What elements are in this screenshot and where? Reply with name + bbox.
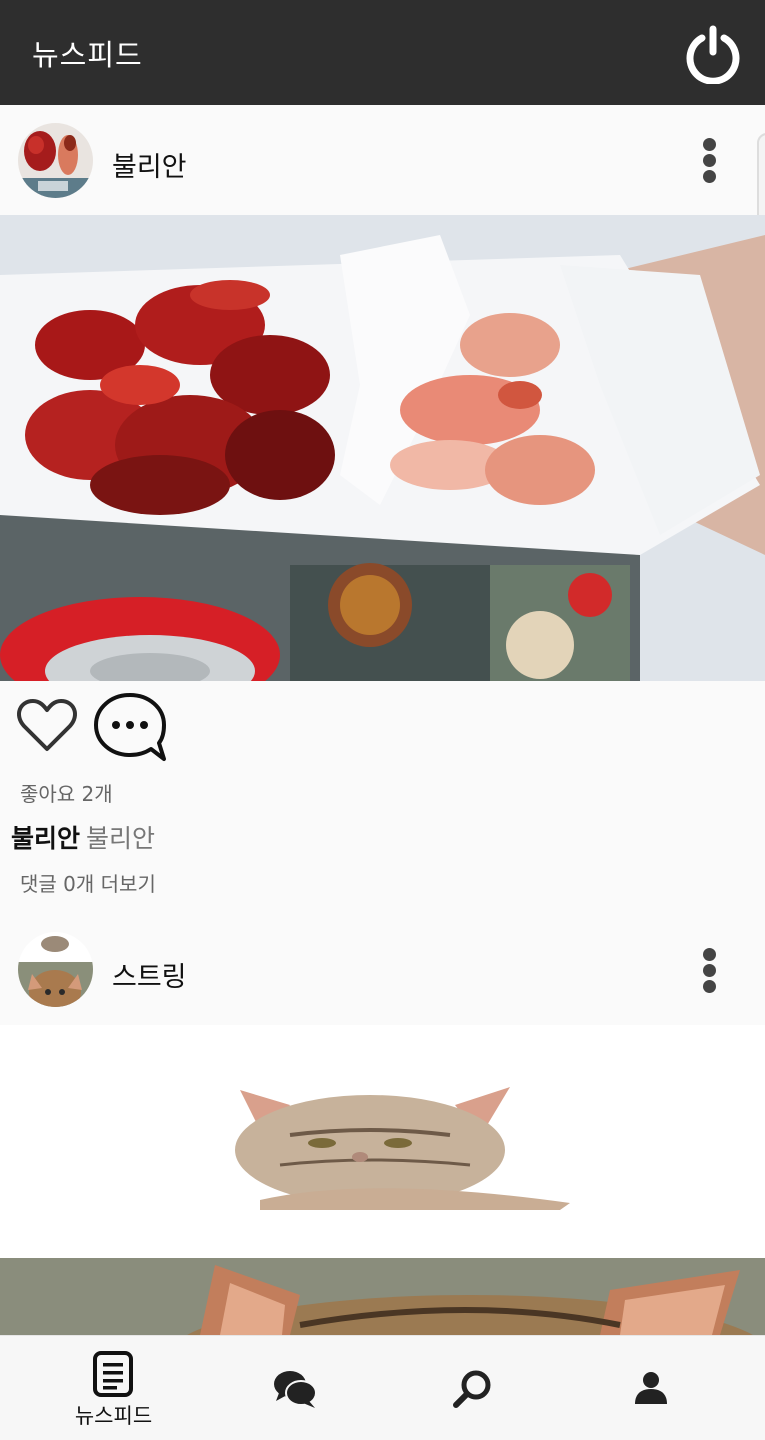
news-feed[interactable]: 불리안 좋아요 2개 불리안 불리안 댓글 0개 더보기 스트링 [0, 105, 765, 1335]
newsfeed-icon [93, 1351, 133, 1397]
post-image[interactable] [0, 1025, 765, 1335]
likes-count: 좋아요 2개 [20, 782, 113, 806]
caption-username[interactable]: 불리안 [11, 824, 80, 853]
search-icon [453, 1370, 491, 1408]
profile-icon [635, 1372, 667, 1404]
post-username[interactable]: 스트링 [112, 955, 187, 994]
heart-icon[interactable] [16, 697, 78, 753]
bottom-navigation: 뉴스피드 [0, 1335, 765, 1440]
nav-newsfeed-label: 뉴스피드 [74, 1404, 153, 1428]
post-image[interactable] [0, 215, 765, 681]
post-header: 스트링 [0, 915, 765, 1025]
post-username[interactable]: 불리안 [112, 145, 187, 184]
power-icon[interactable] [683, 24, 743, 84]
post-actions [0, 681, 765, 781]
more-options-icon[interactable] [694, 133, 726, 189]
post-caption: 불리안 불리안 [11, 819, 155, 855]
page-title: 뉴스피드 [32, 38, 143, 72]
post-header: 불리안 [0, 105, 765, 215]
nav-newsfeed[interactable]: 뉴스피드 [18, 1336, 209, 1440]
avatar[interactable] [18, 123, 93, 198]
comment-icon[interactable] [92, 691, 168, 763]
chat-icon [274, 1371, 317, 1408]
nav-chat[interactable] [199, 1336, 390, 1440]
view-comments-link[interactable]: 댓글 0개 더보기 [20, 868, 156, 897]
nav-profile[interactable] [556, 1336, 747, 1440]
nav-search[interactable] [376, 1336, 567, 1440]
more-options-icon[interactable] [694, 943, 726, 999]
app-bar: 뉴스피드 [0, 0, 765, 105]
caption-text: 불리안 [86, 824, 156, 853]
avatar[interactable] [18, 932, 93, 1007]
